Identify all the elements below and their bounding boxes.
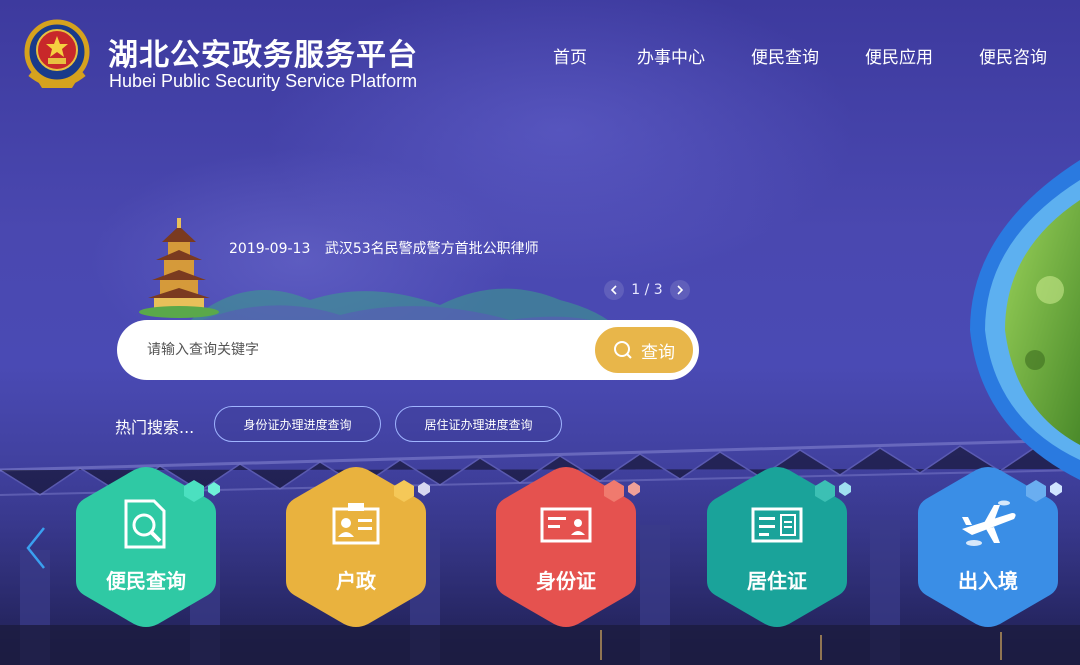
main-nav: 首页 办事中心 便民查询 便民应用 便民咨询 [550,43,1048,68]
tile-household[interactable]: 户政 [282,463,430,631]
tile-public-query[interactable]: 便民查询 [72,463,220,631]
tile-label: 出入境 [958,569,1018,593]
site-subtitle: Hubei Public Security Service Platform [109,71,418,91]
chevron-left-icon [610,285,617,295]
right-decorative-image [970,160,1080,480]
search-input[interactable] [147,338,577,362]
search-button[interactable]: 查询 [592,324,696,376]
tile-label: 身份证 [536,569,596,593]
pager-next-button[interactable] [670,280,690,300]
search-icon [614,341,632,359]
hot-tag-residence-permit-progress[interactable]: 居住证办理进度查询 [395,406,562,442]
tile-label: 户政 [336,569,376,593]
news-ticker[interactable]: 2019-09-13 武汉53名民警成警方首批公职律师 [229,238,539,258]
tile-label: 便民查询 [106,569,186,593]
hot-tag-id-card-progress[interactable]: 身份证办理进度查询 [214,406,381,442]
pager-indicator: 1 / 3 [631,282,663,298]
airplane-icon [962,500,1016,546]
magnifier-document-icon [124,499,166,549]
news-pager: 1 / 3 [604,278,690,302]
decorative-dots [1026,480,1062,502]
search-button-label: 查询 [641,342,675,363]
pager-prev-button[interactable] [604,280,624,300]
decorative-dots [394,480,430,502]
nav-public-consult[interactable]: 便民咨询 [978,43,1048,68]
site-title: 湖北公安政务服务平台 [108,38,418,73]
decorative-dots [604,480,640,502]
household-card-icon [332,503,380,545]
search-bar: 查询 [117,320,699,380]
nav-service-center[interactable]: 办事中心 [634,43,708,68]
yellow-crane-tower-icon [139,218,219,318]
id-card-icon [540,507,592,543]
tile-id-card[interactable]: 身份证 [492,463,640,631]
decorative-dots [184,480,220,502]
residence-card-icon [751,507,803,543]
nav-public-apps[interactable]: 便民应用 [864,43,934,68]
tile-exit-entry[interactable]: 出入境 [914,463,1062,631]
tile-label: 居住证 [747,569,807,593]
decorative-dots [815,480,851,502]
nav-public-query[interactable]: 便民查询 [750,43,820,68]
nav-home[interactable]: 首页 [550,43,590,68]
news-headline[interactable]: 武汉53名民警成警方首批公职律师 [325,241,539,257]
carousel-prev-arrow-icon[interactable] [24,524,48,572]
chevron-right-icon [677,285,684,295]
hot-search-label: 热门搜索... [115,418,195,437]
news-date: 2019-09-13 [229,241,311,257]
tile-residence-permit[interactable]: 居住证 [703,463,851,631]
police-emblem-logo[interactable] [22,14,92,92]
